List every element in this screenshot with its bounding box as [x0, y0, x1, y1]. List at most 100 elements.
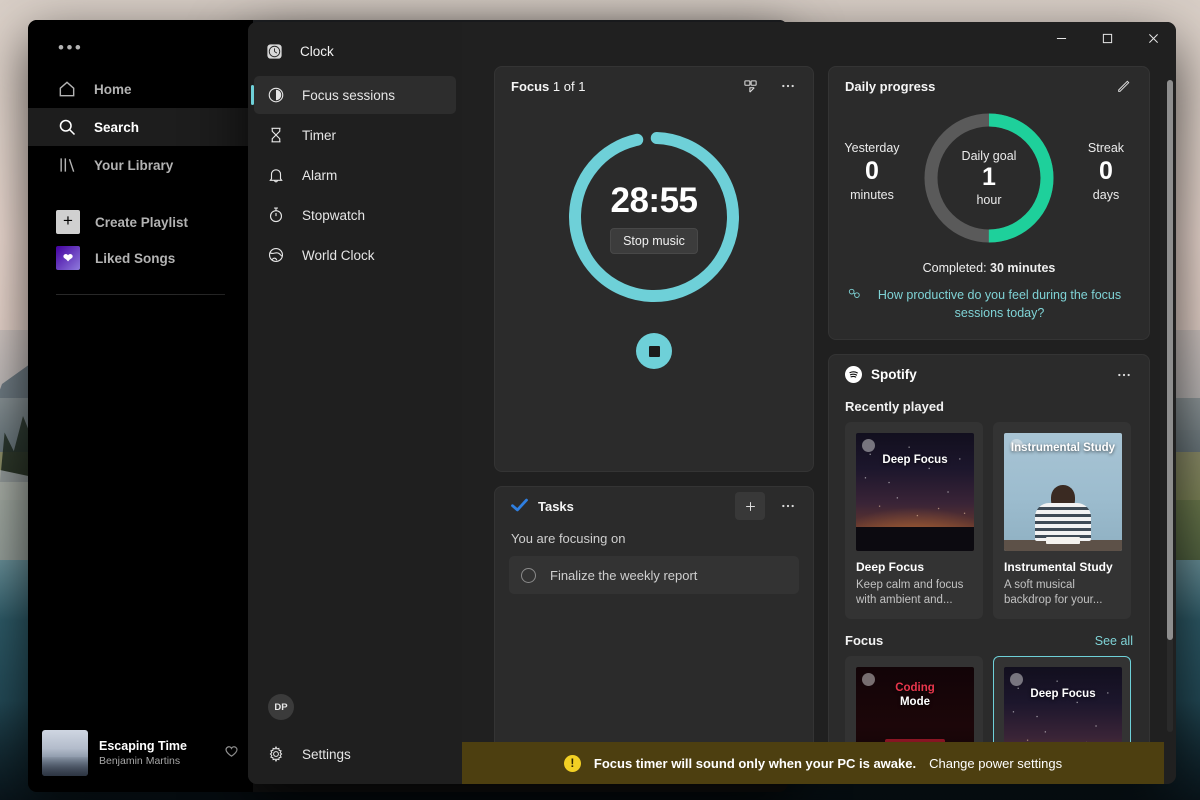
art-label: Deep Focus: [876, 453, 953, 467]
window-titlebar: [1006, 22, 1176, 68]
stopwatch-icon: [264, 206, 288, 224]
alarm-icon: [264, 166, 288, 184]
scrollbar-thumb[interactable]: [1167, 80, 1173, 640]
spotify-logo-icon: [845, 366, 862, 383]
art-label: Instrumental Study: [1005, 441, 1121, 455]
art-label-white: Mode: [900, 696, 930, 708]
stop-session-button[interactable]: [636, 333, 672, 369]
clock-sidebar: Clock Focus sessions Timer: [248, 22, 462, 784]
task-checkbox[interactable]: [521, 568, 536, 583]
now-playing-bar[interactable]: Escaping Time Benjamin Martins: [28, 714, 253, 792]
more-dots-icon[interactable]: [1109, 361, 1139, 389]
goal-unit: hour: [976, 193, 1001, 207]
change-power-settings-link[interactable]: Change power settings: [929, 756, 1062, 771]
art-label: Coding Mode: [889, 681, 941, 709]
warning-icon: !: [564, 755, 581, 772]
heart-outline-icon[interactable]: [223, 742, 241, 764]
clock-icon: [262, 42, 286, 61]
clock-app-header: Clock: [248, 30, 462, 72]
create-playlist-label: Create Playlist: [95, 215, 188, 230]
notification-message: Focus timer will sound only when your PC…: [594, 756, 916, 771]
more-dots-icon[interactable]: [773, 72, 803, 100]
task-label: Finalize the weekly report: [550, 568, 697, 583]
avatar[interactable]: DP: [268, 694, 294, 720]
recently-played-row: Deep Focus Deep Focus Keep calm and focu…: [829, 422, 1149, 620]
stop-music-button[interactable]: Stop music: [610, 228, 698, 254]
playlist-description: Keep calm and focus with ambient and...: [856, 578, 972, 609]
productivity-survey-link[interactable]: How productive do you feel during the fo…: [829, 275, 1149, 323]
close-button[interactable]: [1130, 22, 1176, 54]
timer-center: 28:55 Stop music: [564, 127, 744, 307]
progress-card-header: Daily progress: [829, 67, 1149, 105]
completed-prefix: Completed:: [923, 261, 990, 275]
spotify-card: Spotify Recently played: [828, 354, 1150, 785]
tasks-card: Tasks You are focusing on Finaliz: [494, 486, 814, 784]
create-playlist-button[interactable]: + Create Playlist: [28, 204, 253, 240]
sidebar-item-label: Your Library: [94, 158, 173, 173]
tasks-card-header: Tasks: [495, 487, 813, 525]
world-clock-icon: [264, 246, 288, 264]
streak-unit: days: [1063, 188, 1149, 202]
pop-out-icon[interactable]: [735, 72, 765, 100]
sidebar-item-home[interactable]: Home: [28, 70, 253, 108]
goal-label: Daily goal: [962, 149, 1017, 163]
progress-body: Yesterday 0 minutes Daily goal 1 hour: [829, 107, 1149, 257]
progress-title: Daily progress: [845, 79, 935, 94]
sidebar-item-label: Alarm: [302, 168, 337, 183]
sidebar-item-label: Focus sessions: [302, 88, 395, 103]
minimize-button[interactable]: [1038, 22, 1084, 54]
sidebar-item-your-library[interactable]: Your Library: [28, 146, 253, 184]
sidebar-item-stopwatch[interactable]: Stopwatch: [254, 196, 456, 234]
completed-value: 30 minutes: [990, 261, 1055, 275]
sidebar-item-settings[interactable]: Settings: [254, 734, 456, 774]
vertical-scrollbar[interactable]: [1167, 80, 1173, 732]
clock-nav-list: Focus sessions Timer Alarm: [248, 74, 462, 276]
focus-progress-ring: 28:55 Stop music: [564, 127, 744, 307]
focus-card-header: Focus 1 of 1: [495, 67, 813, 105]
sidebar-item-alarm[interactable]: Alarm: [254, 156, 456, 194]
survey-text: How productive do you feel during the fo…: [868, 287, 1131, 323]
streak-stat: Streak 0 days: [1063, 141, 1149, 202]
more-dots-icon[interactable]: •••: [28, 20, 253, 64]
gear-icon: [264, 745, 288, 763]
yesterday-label: Yesterday: [829, 141, 915, 155]
more-dots-icon[interactable]: [773, 492, 803, 520]
timer-icon: [264, 126, 288, 144]
focus-title-rest: 1 of 1: [549, 79, 585, 94]
maximize-button[interactable]: [1084, 22, 1130, 54]
playlist-card-instrumental-study[interactable]: Instrumental Study Instrumental Study A …: [993, 422, 1131, 620]
sidebar-item-focus-sessions[interactable]: Focus sessions: [254, 76, 456, 114]
sidebar-divider: [56, 294, 225, 295]
library-icon: [56, 154, 78, 176]
daily-goal-center: Daily goal 1 hour: [920, 109, 1058, 247]
see-all-link[interactable]: See all: [1095, 634, 1133, 648]
clock-app-title: Clock: [300, 44, 334, 59]
sidebar-item-label: Timer: [302, 128, 336, 143]
liked-songs-button[interactable]: ❤ Liked Songs: [28, 240, 253, 276]
tasks-title-wrap: Tasks: [511, 498, 574, 515]
playlist-card-deep-focus[interactable]: Deep Focus Deep Focus Keep calm and focu…: [845, 422, 983, 620]
playlist-name: Instrumental Study: [1004, 560, 1120, 574]
sidebar-item-timer[interactable]: Timer: [254, 116, 456, 154]
list-item[interactable]: Finalize the weekly report: [509, 556, 799, 594]
clock-app-window[interactable]: Clock Focus sessions Timer: [248, 22, 1176, 784]
yesterday-stat: Yesterday 0 minutes: [829, 141, 915, 202]
tasks-title: Tasks: [538, 499, 574, 514]
yesterday-unit: minutes: [829, 188, 915, 202]
focus-sessions-icon: [264, 86, 288, 104]
sidebar-item-search[interactable]: Search: [28, 108, 253, 146]
add-task-button[interactable]: [735, 492, 765, 520]
timer-value: 28:55: [610, 181, 697, 221]
home-icon: [56, 78, 78, 100]
notification-bar: ! Focus timer will sound only when your …: [462, 742, 1164, 784]
sidebar-item-label: Stopwatch: [302, 208, 365, 223]
left-column: Focus 1 of 1: [494, 66, 814, 784]
sidebar-item-world-clock[interactable]: World Clock: [254, 236, 456, 274]
pencil-icon[interactable]: [1109, 72, 1139, 100]
daily-progress-card: Daily progress Yesterday 0 minutes: [828, 66, 1150, 340]
art-label: Deep Focus: [1024, 687, 1101, 701]
focus-title-bold: Focus: [511, 79, 549, 94]
page-title: Focus 1 of 1: [511, 79, 585, 94]
feedback-icon: [847, 287, 861, 307]
to-do-check-icon: [511, 498, 528, 515]
